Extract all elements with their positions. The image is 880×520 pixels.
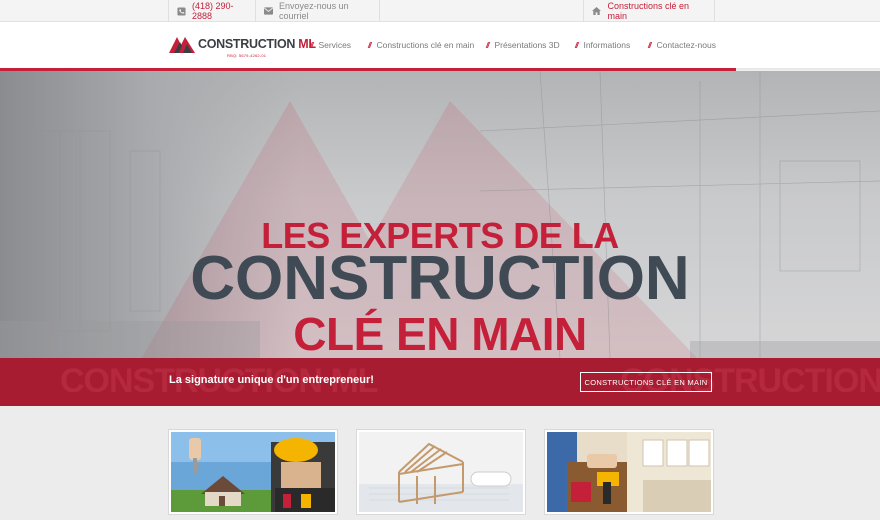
banner-tagline: La signature unique d'un entrepreneur! bbox=[169, 374, 374, 386]
slash-icon: // bbox=[310, 40, 314, 50]
nav-item-3d[interactable]: // Présentations 3D bbox=[486, 22, 560, 68]
logo-tagline: RBQ: 5679-4262-01 bbox=[227, 53, 267, 58]
nav-item-contact[interactable]: // Contactez-nous bbox=[648, 22, 716, 68]
service-card-3[interactable] bbox=[544, 429, 714, 515]
phone-number: (418) 290-2888 bbox=[192, 1, 234, 21]
nav-item-info[interactable]: // Informations bbox=[575, 22, 630, 68]
slash-icon: // bbox=[575, 40, 579, 50]
logo-mark-icon bbox=[169, 37, 195, 53]
turnkey-top-label: Constructions clé en main bbox=[607, 1, 690, 21]
nav-item-services[interactable]: // Services bbox=[310, 22, 351, 68]
service-card-2[interactable] bbox=[356, 429, 526, 515]
logo-text: CONSTRUCTION ML bbox=[198, 36, 316, 52]
slash-icon: // bbox=[486, 40, 490, 50]
envelope-icon bbox=[264, 6, 274, 16]
logo-name: CONSTRUCTION bbox=[198, 37, 296, 51]
header-divider bbox=[736, 68, 880, 69]
nav-label: Informations bbox=[583, 40, 631, 50]
home-icon bbox=[592, 6, 602, 16]
slash-icon: // bbox=[648, 40, 652, 50]
nav-label: Présentations 3D bbox=[494, 40, 560, 50]
top-bar: (418) 290-2888 Envoyez-nous un courriel … bbox=[0, 0, 880, 22]
phone-link[interactable]: (418) 290-2888 bbox=[168, 0, 256, 22]
email-link[interactable]: Envoyez-nous un courriel bbox=[256, 0, 380, 22]
site-header: CONSTRUCTION ML RBQ: 5679-4262-01 // Ser… bbox=[0, 22, 880, 68]
email-label: Envoyez-nous un courriel bbox=[279, 1, 349, 21]
key-house-image bbox=[171, 432, 335, 512]
house-frame-image bbox=[359, 432, 523, 512]
service-card-1[interactable] bbox=[168, 429, 338, 515]
slash-icon: // bbox=[368, 40, 372, 50]
hero-title-line2: CONSTRUCTION bbox=[190, 244, 690, 313]
nav-label: Services bbox=[318, 40, 352, 50]
hero-section: LES EXPERTS DE LA CONSTRUCTION CLÉ EN MA… bbox=[0, 71, 880, 358]
nav-label: Constructions clé en main bbox=[376, 40, 475, 50]
site-logo[interactable]: CONSTRUCTION ML RBQ: 5679-4262-01 bbox=[169, 33, 319, 59]
turnkey-top-link[interactable]: Constructions clé en main bbox=[583, 0, 715, 22]
turnkey-button[interactable]: CONSTRUCTIONS CLÉ EN MAIN bbox=[580, 372, 712, 392]
nav-item-turnkey[interactable]: // Constructions clé en main bbox=[368, 22, 474, 68]
kitchen-worker-image bbox=[547, 432, 711, 512]
phone-icon bbox=[177, 6, 186, 16]
tagline-banner: CONSTRUCTION ML CONSTRUCTION ML La signa… bbox=[0, 358, 880, 406]
nav-label: Contactez-nous bbox=[656, 40, 716, 50]
hero-title-line3: CLÉ EN MAIN bbox=[293, 308, 587, 358]
